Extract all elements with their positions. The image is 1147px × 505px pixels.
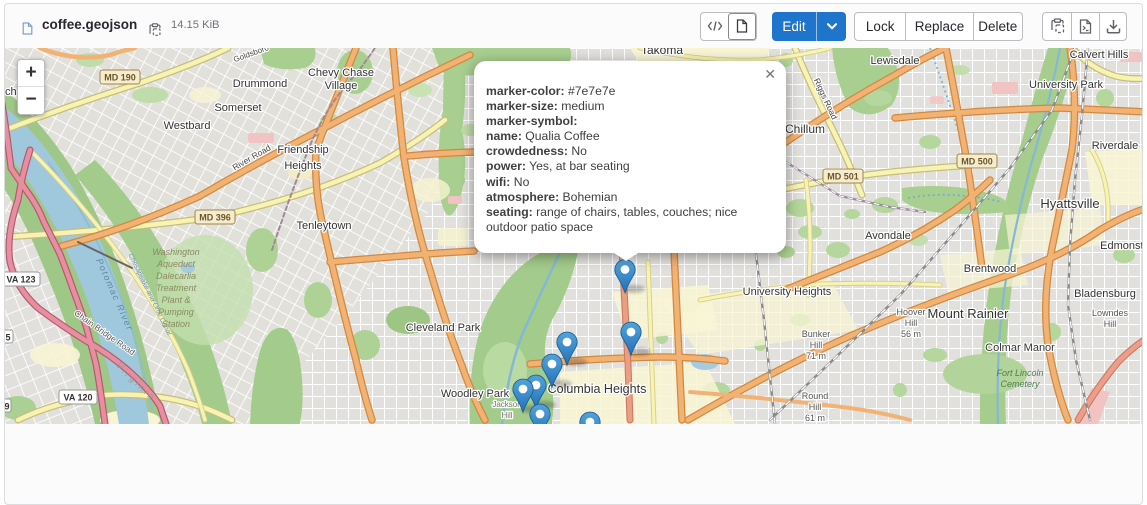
svg-text:Hyattsville: Hyattsville <box>1040 196 1099 211</box>
svg-text:Heights: Heights <box>284 160 322 172</box>
svg-text:Edmonston: Edmonston <box>1100 240 1142 252</box>
svg-text:Woodley Park: Woodley Park <box>441 388 510 400</box>
svg-text:MD 501: MD 501 <box>827 172 859 182</box>
svg-text:Bunker: Bunker <box>802 329 831 339</box>
svg-text:Round: Round <box>802 391 829 401</box>
svg-text:Cleveland Park: Cleveland Park <box>406 322 481 334</box>
svg-text:Colmar Manor: Colmar Manor <box>985 342 1055 354</box>
svg-text:Calvert Hills: Calvert Hills <box>1070 49 1129 61</box>
svg-text:9: 9 <box>5 402 10 412</box>
svg-text:ch: ch <box>5 86 17 98</box>
svg-text:Takoma: Takoma <box>641 48 683 57</box>
svg-text:Westbard: Westbard <box>164 120 211 132</box>
svg-text:VA 123: VA 123 <box>6 275 35 285</box>
svg-text:University Heights: University Heights <box>743 286 832 298</box>
svg-text:Plant &: Plant & <box>161 295 190 305</box>
svg-text:Mount Rainier: Mount Rainier <box>928 306 1010 321</box>
svg-text:Lowndes: Lowndes <box>1092 308 1129 318</box>
svg-text:MD 396: MD 396 <box>199 213 231 223</box>
svg-text:61 m: 61 m <box>805 413 825 423</box>
svg-text:Drummond: Drummond <box>233 78 287 90</box>
svg-text:University Park: University Park <box>1029 79 1103 91</box>
svg-text:Somerset: Somerset <box>214 102 261 114</box>
svg-text:Village: Village <box>325 80 358 92</box>
svg-text:Riverdale: Riverdale <box>1092 140 1138 152</box>
svg-text:Brentwood: Brentwood <box>964 263 1017 275</box>
svg-text:Avondale: Avondale <box>865 230 911 242</box>
svg-text:56 m: 56 m <box>901 329 921 339</box>
svg-text:MD 190: MD 190 <box>104 73 136 83</box>
svg-text:Cemetery: Cemetery <box>1000 379 1040 389</box>
svg-text:Hill: Hill <box>905 318 918 328</box>
svg-text:Chillum: Chillum <box>785 122 825 136</box>
svg-text:71 m: 71 m <box>806 351 826 361</box>
svg-text:Hill: Hill <box>809 402 822 412</box>
svg-text:Tenleytown: Tenleytown <box>296 220 351 232</box>
svg-text:Aqueduct: Aqueduct <box>156 259 196 269</box>
svg-text:Bladensburg: Bladensburg <box>1074 288 1136 300</box>
svg-text:Lewisdale: Lewisdale <box>871 55 920 67</box>
svg-text:5: 5 <box>5 333 10 343</box>
svg-text:Treatment: Treatment <box>156 283 197 293</box>
svg-text:Dalecarlia: Dalecarlia <box>156 271 196 281</box>
svg-text:MD 500: MD 500 <box>961 157 993 167</box>
svg-text:Hoover: Hoover <box>896 307 925 317</box>
svg-text:Washington: Washington <box>152 247 199 257</box>
svg-text:Chevy Chase: Chevy Chase <box>308 67 374 79</box>
svg-text:Fort Lincoln: Fort Lincoln <box>996 368 1043 378</box>
svg-text:VA 120: VA 120 <box>63 393 92 403</box>
svg-text:Friendship: Friendship <box>277 144 328 156</box>
svg-text:Hill: Hill <box>501 411 512 420</box>
svg-text:Hill: Hill <box>810 340 823 350</box>
svg-text:Hill: Hill <box>1104 319 1117 329</box>
svg-text:Jackson: Jackson <box>492 400 521 409</box>
